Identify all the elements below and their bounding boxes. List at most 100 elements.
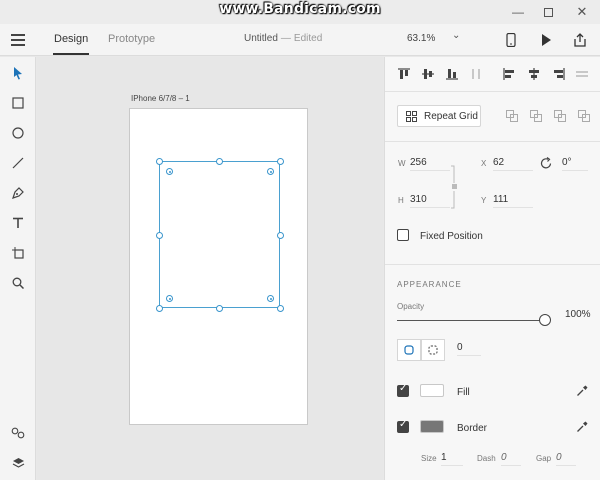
height-field[interactable]: 310 [410, 194, 450, 208]
repeat-grid-button[interactable]: Repeat Grid [397, 105, 481, 127]
close-icon: ✕ [576, 4, 588, 19]
border-dash-field[interactable]: 0 [501, 452, 521, 466]
corner-radius-field[interactable]: 0 [457, 342, 481, 356]
corner-radius-handle[interactable] [166, 168, 173, 175]
corner-radius-handle[interactable] [267, 295, 274, 302]
appearance-heading: APPEARANCE [397, 280, 462, 289]
app-header: Design Prototype Untitled — Edited 63.1% ⌄ [0, 24, 600, 56]
fill-label: Fill [457, 387, 470, 398]
border-label: Border [457, 423, 488, 434]
height-label: H [398, 196, 404, 205]
share-icon[interactable] [571, 31, 589, 49]
resize-handle-bottom-right[interactable] [277, 305, 284, 312]
rotation-icon [540, 157, 552, 169]
resize-handle-top-left[interactable] [156, 158, 163, 165]
border-color-swatch[interactable] [420, 420, 444, 433]
ellipse-tool-icon[interactable] [8, 123, 28, 143]
line-tool-icon[interactable] [8, 153, 28, 173]
resize-handle-top[interactable] [216, 158, 223, 165]
minimize-button[interactable]: — [502, 0, 534, 24]
document-title: Untitled — Edited [244, 33, 322, 44]
fill-color-swatch[interactable] [420, 384, 444, 397]
align-middle-icon[interactable] [420, 67, 436, 81]
play-icon[interactable] [537, 31, 555, 49]
design-canvas[interactable]: IPhone 6/7/8 – 1 [37, 57, 383, 480]
opacity-value[interactable]: 100% [565, 309, 591, 320]
align-center-icon[interactable] [526, 67, 542, 81]
align-bottom-icon[interactable] [444, 67, 460, 81]
maximize-button[interactable] [532, 0, 564, 24]
zoom-level[interactable]: 63.1% [407, 33, 435, 44]
rounded-square-icon [404, 345, 414, 355]
assets-icon[interactable] [8, 423, 28, 443]
property-inspector: Repeat Grid W 256 X 62 0° H 310 Y 111 Fi… [384, 57, 600, 480]
border-checkbox[interactable] [397, 419, 409, 433]
distribute-vertical-icon[interactable] [468, 67, 484, 81]
resize-handle-top-right[interactable] [277, 158, 284, 165]
boolean-subtract-icon[interactable] [530, 110, 542, 122]
opacity-label: Opacity [397, 302, 425, 311]
repeat-grid-icon [406, 110, 417, 122]
align-left-icon[interactable] [502, 67, 518, 81]
boolean-add-icon[interactable] [506, 110, 518, 122]
opacity-slider-track[interactable] [397, 320, 545, 321]
resize-handle-bottom-left[interactable] [156, 305, 163, 312]
uniform-corner-button[interactable] [397, 339, 421, 361]
corner-radius-handle[interactable] [267, 168, 274, 175]
distribute-horizontal-icon[interactable] [574, 67, 590, 81]
maximize-icon [543, 7, 553, 17]
fill-checkbox[interactable] [397, 383, 409, 397]
border-size-label: Size [421, 454, 437, 463]
tools-toolbar [0, 57, 36, 480]
lock-aspect-icon[interactable] [451, 165, 459, 209]
rotation-field[interactable]: 0° [562, 157, 588, 171]
window-titlebar: www.Bandicam.com — ✕ [0, 0, 600, 24]
device-preview-icon[interactable] [502, 31, 520, 49]
individual-corners-button[interactable] [421, 339, 445, 361]
y-label: Y [481, 196, 487, 205]
border-gap-field[interactable]: 0 [556, 452, 576, 466]
align-top-icon[interactable] [396, 67, 412, 81]
repeat-grid-label: Repeat Grid [424, 110, 478, 122]
resize-handle-bottom[interactable] [216, 305, 223, 312]
y-field[interactable]: 111 [493, 194, 533, 208]
hamburger-menu-icon[interactable] [11, 34, 25, 46]
eyedropper-icon[interactable] [576, 421, 588, 433]
eyedropper-icon[interactable] [576, 385, 588, 397]
artboard-tool-icon[interactable] [8, 243, 28, 263]
dashed-corners-icon [428, 345, 438, 355]
document-status: Edited [293, 33, 323, 44]
border-dash-label: Dash [477, 454, 496, 463]
fixed-position-checkbox[interactable] [397, 229, 409, 241]
tab-design[interactable]: Design [52, 33, 90, 55]
minimize-icon: — [512, 5, 524, 19]
artboard-label[interactable]: IPhone 6/7/8 – 1 [131, 94, 190, 103]
rectangle-tool-icon[interactable] [8, 93, 28, 113]
close-window-button[interactable]: ✕ [566, 0, 598, 24]
width-label: W [398, 159, 406, 168]
resize-handle-right[interactable] [277, 232, 284, 239]
boolean-exclude-icon[interactable] [578, 110, 590, 122]
selected-rectangle[interactable] [159, 161, 280, 308]
boolean-intersect-icon[interactable] [554, 110, 566, 122]
layers-icon[interactable] [8, 453, 28, 473]
zoom-tool-icon[interactable] [8, 273, 28, 293]
border-gap-label: Gap [536, 454, 552, 463]
pen-tool-icon[interactable] [8, 183, 28, 203]
corner-radius-handle[interactable] [166, 295, 173, 302]
fixed-position-label: Fixed Position [420, 231, 483, 242]
x-label: X [481, 159, 487, 168]
align-right-icon[interactable] [550, 67, 566, 81]
resize-handle-left[interactable] [156, 232, 163, 239]
x-field[interactable]: 62 [493, 157, 533, 171]
tab-prototype[interactable]: Prototype [108, 33, 155, 45]
document-title-separator: — [280, 33, 291, 44]
alignment-row [385, 57, 600, 92]
chevron-down-icon[interactable]: ⌄ [452, 30, 460, 41]
document-name: Untitled [244, 33, 278, 44]
opacity-slider-thumb[interactable] [539, 314, 551, 326]
width-field[interactable]: 256 [410, 157, 450, 171]
border-size-field[interactable]: 1 [441, 452, 463, 466]
select-tool-icon[interactable] [8, 63, 28, 83]
text-tool-icon[interactable] [8, 213, 28, 233]
